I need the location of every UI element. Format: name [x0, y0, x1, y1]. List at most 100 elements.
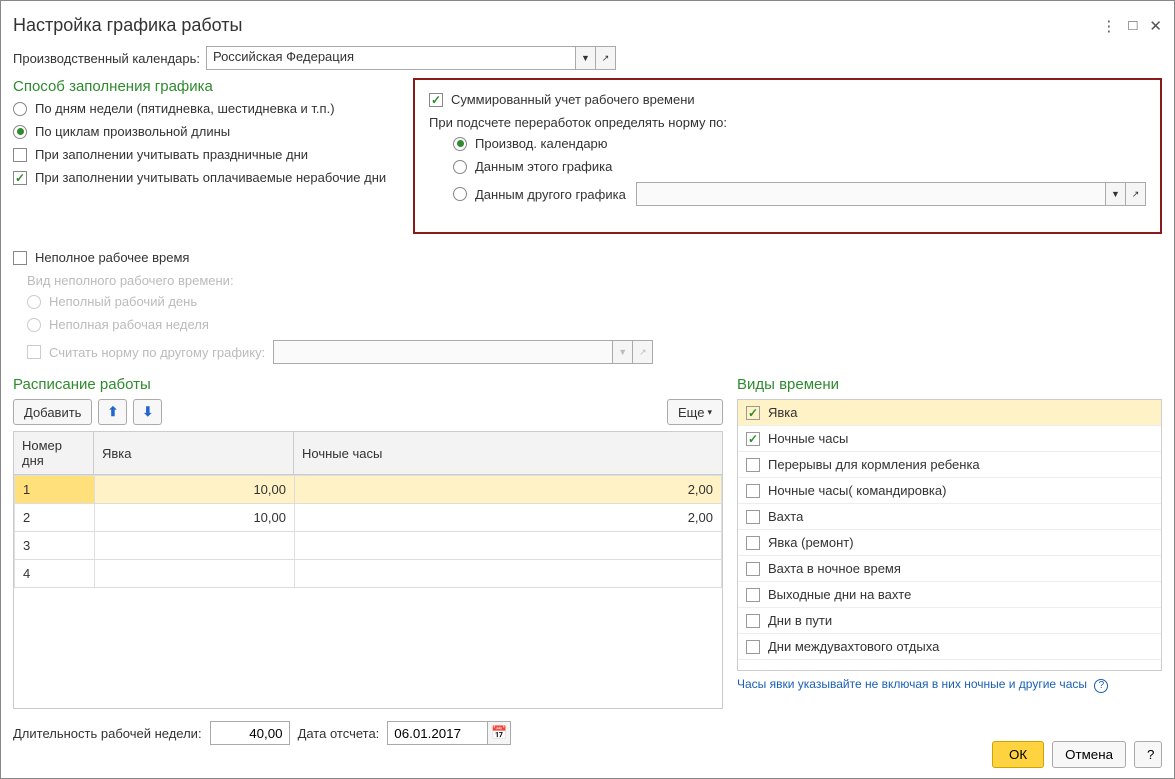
- dialog-footer: ОК Отмена ?: [992, 741, 1162, 768]
- radio-icon: [27, 318, 41, 332]
- checkbox-icon[interactable]: [746, 588, 760, 602]
- col-attendance[interactable]: Явка: [94, 432, 294, 475]
- checkbox-icon[interactable]: [746, 432, 760, 446]
- checkbox-icon[interactable]: [746, 536, 760, 550]
- schedule-table: Номер дня Явка Ночные часы: [13, 431, 723, 475]
- radio-icon: [13, 125, 27, 139]
- part-week-radio: Неполная рабочая неделя: [27, 317, 1162, 332]
- time-type-row[interactable]: Вахта в ночное время: [738, 556, 1161, 582]
- checkbox-label: Считать норму по другому графику:: [49, 345, 265, 360]
- calendar-value[interactable]: Российская Федерация: [206, 46, 576, 70]
- checkbox-icon: [13, 171, 27, 185]
- cancel-button[interactable]: Отмена: [1052, 741, 1126, 768]
- add-button[interactable]: Добавить: [13, 399, 92, 425]
- other-schedule-select: ▼ ↗: [636, 182, 1146, 206]
- time-type-label: Вахта: [768, 509, 803, 524]
- time-type-row[interactable]: Вахта: [738, 504, 1161, 530]
- other-schedule-value[interactable]: [636, 182, 1106, 206]
- start-date-label: Дата отсчета:: [298, 726, 380, 741]
- norm-by-other-schedule[interactable]: Данным другого графика ▼ ↗: [453, 182, 1146, 206]
- consider-paid-nonwork[interactable]: При заполнении учитывать оплачиваемые не…: [13, 170, 399, 185]
- norm-label: При подсчете переработок определять норм…: [429, 115, 727, 130]
- table-row[interactable]: 1 10,00 2,00: [15, 476, 722, 504]
- table-row[interactable]: 3: [15, 532, 722, 560]
- table-body-wrap[interactable]: 1 10,00 2,002 10,00 2,003 4: [13, 475, 723, 709]
- radio-label: По дням недели (пятидневка, шестидневка …: [35, 101, 335, 116]
- schedule-table-body: 1 10,00 2,002 10,00 2,003 4: [14, 475, 722, 588]
- norm-other-value: [273, 340, 613, 364]
- part-time-section: Неполное рабочее время Вид неполного раб…: [13, 250, 1162, 364]
- consider-holidays[interactable]: При заполнении учитывать праздничные дни: [13, 147, 399, 162]
- time-type-row[interactable]: Дни в пути: [738, 608, 1161, 634]
- more-button[interactable]: Еще: [667, 399, 723, 425]
- open-icon[interactable]: ↗: [596, 46, 616, 70]
- table-row[interactable]: 2 10,00 2,00: [15, 504, 722, 532]
- dropdown-icon: ▼: [613, 340, 633, 364]
- cell-daynum: 3: [15, 532, 95, 560]
- checkbox-icon[interactable]: [746, 640, 760, 654]
- time-type-row[interactable]: Ночные часы( командировка): [738, 478, 1161, 504]
- move-up-button[interactable]: ⬆: [98, 399, 127, 425]
- kebab-icon[interactable]: ⋮: [1101, 17, 1116, 35]
- help-icon[interactable]: ?: [1094, 679, 1108, 693]
- close-icon[interactable]: ✕: [1149, 17, 1162, 35]
- cell-attendance: 10,00: [95, 504, 295, 532]
- week-length-input[interactable]: [210, 721, 290, 745]
- part-time-check[interactable]: Неполное рабочее время: [13, 250, 1162, 265]
- checkbox-icon[interactable]: [746, 562, 760, 576]
- time-type-row[interactable]: Перерывы для кормления ребенка: [738, 452, 1161, 478]
- time-types-list[interactable]: Явка Ночные часы Перерывы для кормления …: [737, 399, 1162, 671]
- cell-night: 2,00: [295, 476, 722, 504]
- start-date-field: 📅: [387, 721, 511, 745]
- time-type-row[interactable]: Дни междувахтового отдыха: [738, 634, 1161, 660]
- norm-by-this-schedule[interactable]: Данным этого графика: [453, 159, 1146, 174]
- fill-by-cycles[interactable]: По циклам произвольной длины: [13, 124, 399, 139]
- norm-by-calendar[interactable]: Производ. календарю: [453, 136, 1146, 151]
- dropdown-icon[interactable]: ▼: [576, 46, 596, 70]
- radio-icon: [453, 160, 467, 174]
- arrow-up-icon: ⬆: [107, 404, 118, 420]
- hint-label: Часы явки указывайте не включая в них но…: [737, 677, 1087, 691]
- time-type-label: Явка: [768, 405, 798, 420]
- col-daynum[interactable]: Номер дня: [14, 432, 94, 475]
- checkbox-icon[interactable]: [746, 406, 760, 420]
- schedule-footer: Длительность рабочей недели: Дата отсчет…: [13, 721, 723, 745]
- open-icon[interactable]: ↗: [1126, 182, 1146, 206]
- part-day-radio: Неполный рабочий день: [27, 294, 1162, 309]
- checkbox-icon[interactable]: [746, 614, 760, 628]
- maximize-icon[interactable]: □: [1128, 17, 1137, 34]
- table-row[interactable]: 4: [15, 560, 722, 588]
- move-down-button[interactable]: ⬇: [133, 399, 162, 425]
- calendar-row: Производственный календарь: Российская Ф…: [13, 46, 1162, 70]
- time-type-row[interactable]: Явка: [738, 400, 1161, 426]
- calendar-icon[interactable]: 📅: [487, 721, 511, 745]
- hint-text: Часы явки указывайте не включая в них но…: [737, 677, 1162, 693]
- checkbox-icon[interactable]: [746, 484, 760, 498]
- dropdown-icon[interactable]: ▼: [1106, 182, 1126, 206]
- start-date-input[interactable]: [387, 721, 487, 745]
- radio-label: Производ. календарю: [475, 136, 608, 151]
- arrow-down-icon: ⬇: [142, 404, 153, 420]
- cell-attendance: [95, 532, 295, 560]
- help-button[interactable]: ?: [1134, 741, 1162, 768]
- cell-attendance: 10,00: [95, 476, 295, 504]
- ok-button[interactable]: ОК: [992, 741, 1044, 768]
- checkbox-icon[interactable]: [746, 510, 760, 524]
- time-type-label: Дни в пути: [768, 613, 832, 628]
- time-type-row[interactable]: Выходные дни на вахте: [738, 582, 1161, 608]
- checkbox-label: При заполнении учитывать праздничные дни: [35, 147, 308, 162]
- time-type-label: Вахта в ночное время: [768, 561, 901, 576]
- norm-other-schedule-check: Считать норму по другому графику: ▼ ↗: [27, 340, 1162, 364]
- fill-by-weekdays[interactable]: По дням недели (пятидневка, шестидневка …: [13, 101, 399, 116]
- checkbox-icon[interactable]: [746, 458, 760, 472]
- col-night[interactable]: Ночные часы: [294, 432, 723, 475]
- time-type-row[interactable]: Явка (ремонт): [738, 530, 1161, 556]
- radio-icon: [453, 137, 467, 151]
- time-type-row[interactable]: Ночные часы: [738, 426, 1161, 452]
- radio-icon: [453, 187, 467, 201]
- main-columns: Способ заполнения графика По дням недели…: [13, 78, 1162, 234]
- schedule-left: Расписание работы Добавить ⬆ ⬇ Еще Номер…: [13, 376, 723, 745]
- cell-night: [295, 560, 722, 588]
- norm-label-row: При подсчете переработок определять норм…: [429, 115, 1146, 130]
- summarized-check[interactable]: Суммированный учет рабочего времени: [429, 92, 1146, 107]
